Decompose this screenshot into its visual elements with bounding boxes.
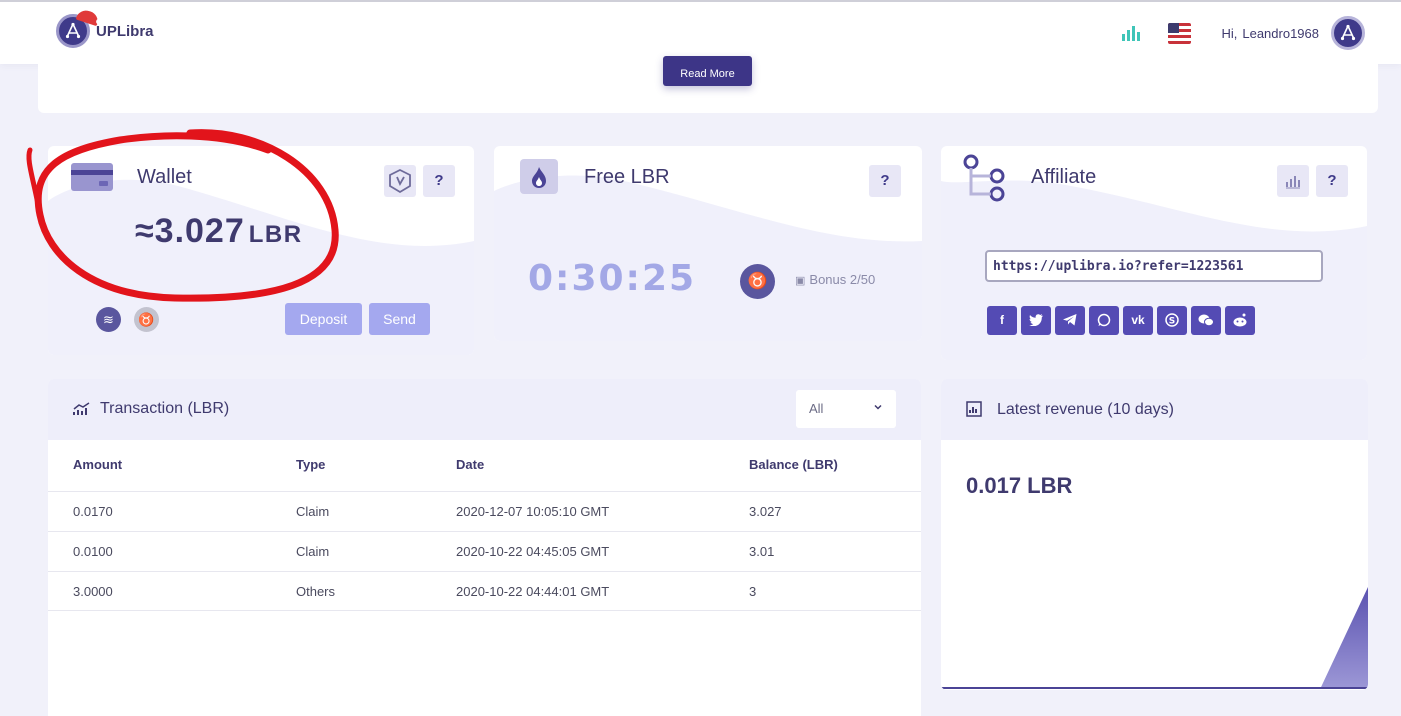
cell-balance: 3.01: [749, 544, 775, 559]
bonus-text: Bonus 2/50: [809, 272, 876, 287]
read-more-button[interactable]: Read More: [663, 56, 752, 86]
logo-text: UPLibra: [96, 22, 154, 40]
free-lbr-help-button[interactable]: ?: [869, 165, 901, 197]
column-header-type: Type: [296, 457, 326, 472]
transaction-filter-select[interactable]: All: [796, 390, 896, 428]
facebook-icon[interactable]: f: [987, 306, 1017, 335]
transactions-card: Transaction (LBR) All Amount Type Date B…: [48, 379, 921, 716]
flame-icon: [520, 159, 558, 194]
column-header-amount: Amount: [73, 457, 123, 472]
affiliate-stats-button[interactable]: [1277, 165, 1309, 197]
affiliate-title: Affiliate: [1031, 166, 1097, 188]
svg-text:S: S: [1169, 317, 1175, 327]
revenue-card: Latest revenue (10 days) 0.017 LBR: [941, 379, 1368, 690]
cell-type: Claim: [296, 504, 330, 519]
gift-icon: ▣: [795, 275, 806, 287]
cell-date: 2020-10-22 04:45:05 GMT: [456, 544, 610, 559]
trend-chart-icon: [73, 402, 90, 415]
table-row: 0.0100 Claim 2020-10-22 04:45:05 GMT 3.0…: [48, 531, 921, 571]
deposit-button[interactable]: Deposit: [285, 303, 362, 335]
chevron-down-icon: [874, 404, 882, 410]
column-header-date: Date: [456, 457, 485, 472]
balance-value: 3.027: [154, 212, 245, 250]
avatar[interactable]: [1331, 16, 1365, 50]
transactions-header: Transaction (LBR) All: [48, 379, 921, 440]
revenue-area: [941, 587, 1368, 688]
cell-balance: 3.027: [749, 504, 782, 519]
approx-symbol: ≈: [135, 212, 155, 250]
filter-value: All: [809, 401, 824, 416]
revenue-header: Latest revenue (10 days): [941, 379, 1368, 440]
wallet-title: Wallet: [137, 166, 192, 188]
cell-balance: 3: [749, 584, 757, 599]
social-share-bar: f vk S: [987, 306, 1259, 335]
telegram-icon[interactable]: [1055, 306, 1085, 335]
libra-coin-icon[interactable]: ≋: [96, 307, 121, 332]
transactions-title: Transaction (LBR): [100, 400, 230, 417]
history-button[interactable]: [384, 165, 416, 197]
logo-badge-icon: [56, 7, 101, 48]
claim-countdown: 0:30:25: [528, 258, 697, 299]
balance-unit: LBR: [248, 221, 303, 248]
cell-date: 2020-12-07 10:05:10 GMT: [456, 504, 610, 519]
wallet-help-button[interactable]: ?: [423, 165, 455, 197]
us-flag-icon[interactable]: [1168, 22, 1192, 44]
greeting-text: Hi,: [1221, 25, 1238, 41]
medal-coin-icon[interactable]: ♉: [134, 307, 159, 332]
vk-icon[interactable]: vk: [1123, 306, 1153, 335]
bar-chart-icon: [1286, 176, 1300, 189]
cell-amount: 0.0100: [73, 544, 113, 559]
cell-type: Others: [296, 584, 336, 599]
revenue-total: 0.017 LBR: [966, 473, 1073, 498]
wechat-icon[interactable]: [1191, 306, 1221, 335]
column-header-balance: Balance (LBR): [749, 457, 838, 472]
bonus-counter: ▣ Bonus 2/50: [795, 272, 875, 287]
table-row: 0.0170 Claim 2020-12-07 10:05:10 GMT 3.0…: [48, 491, 921, 531]
send-button[interactable]: Send: [369, 303, 430, 335]
top-navbar: UPLibra Hi, Leandro1968: [0, 0, 1401, 64]
claim-medal-icon[interactable]: ♉: [740, 264, 775, 299]
revenue-area-chart: [941, 587, 1368, 689]
cell-amount: 0.0170: [73, 504, 113, 519]
reddit-icon[interactable]: [1225, 306, 1255, 335]
wallet-balance: ≈3.027 LBR: [135, 212, 303, 251]
user-greeting: Hi, Leandro1968: [1221, 26, 1319, 41]
twitter-icon[interactable]: [1021, 306, 1051, 335]
revenue-title: Latest revenue (10 days): [997, 401, 1174, 418]
free-lbr-card: [494, 146, 922, 341]
user-area: Hi, Leandro1968: [1122, 16, 1365, 50]
free-lbr-title: Free LBR: [584, 166, 670, 188]
cell-amount: 3.0000: [73, 584, 113, 599]
whatsapp-icon[interactable]: [1089, 306, 1119, 335]
username: Leandro1968: [1242, 25, 1319, 41]
skype-icon[interactable]: S: [1157, 306, 1187, 335]
stats-chart-icon[interactable]: [1122, 25, 1142, 41]
cell-date: 2020-10-22 04:44:01 GMT: [456, 584, 610, 599]
uplibra-logo[interactable]: UPLibra: [56, 7, 154, 48]
referral-link-input[interactable]: [985, 250, 1323, 282]
card-background-wave: [494, 146, 922, 341]
clock-shield-icon: [389, 168, 411, 194]
cell-type: Claim: [296, 544, 330, 559]
wallet-card-icon: [71, 163, 113, 191]
report-icon: [966, 401, 982, 417]
table-row: 3.0000 Others 2020-10-22 04:44:01 GMT 3: [48, 571, 921, 611]
affiliate-help-button[interactable]: ?: [1316, 165, 1348, 197]
affiliate-network-icon: [963, 154, 1005, 202]
